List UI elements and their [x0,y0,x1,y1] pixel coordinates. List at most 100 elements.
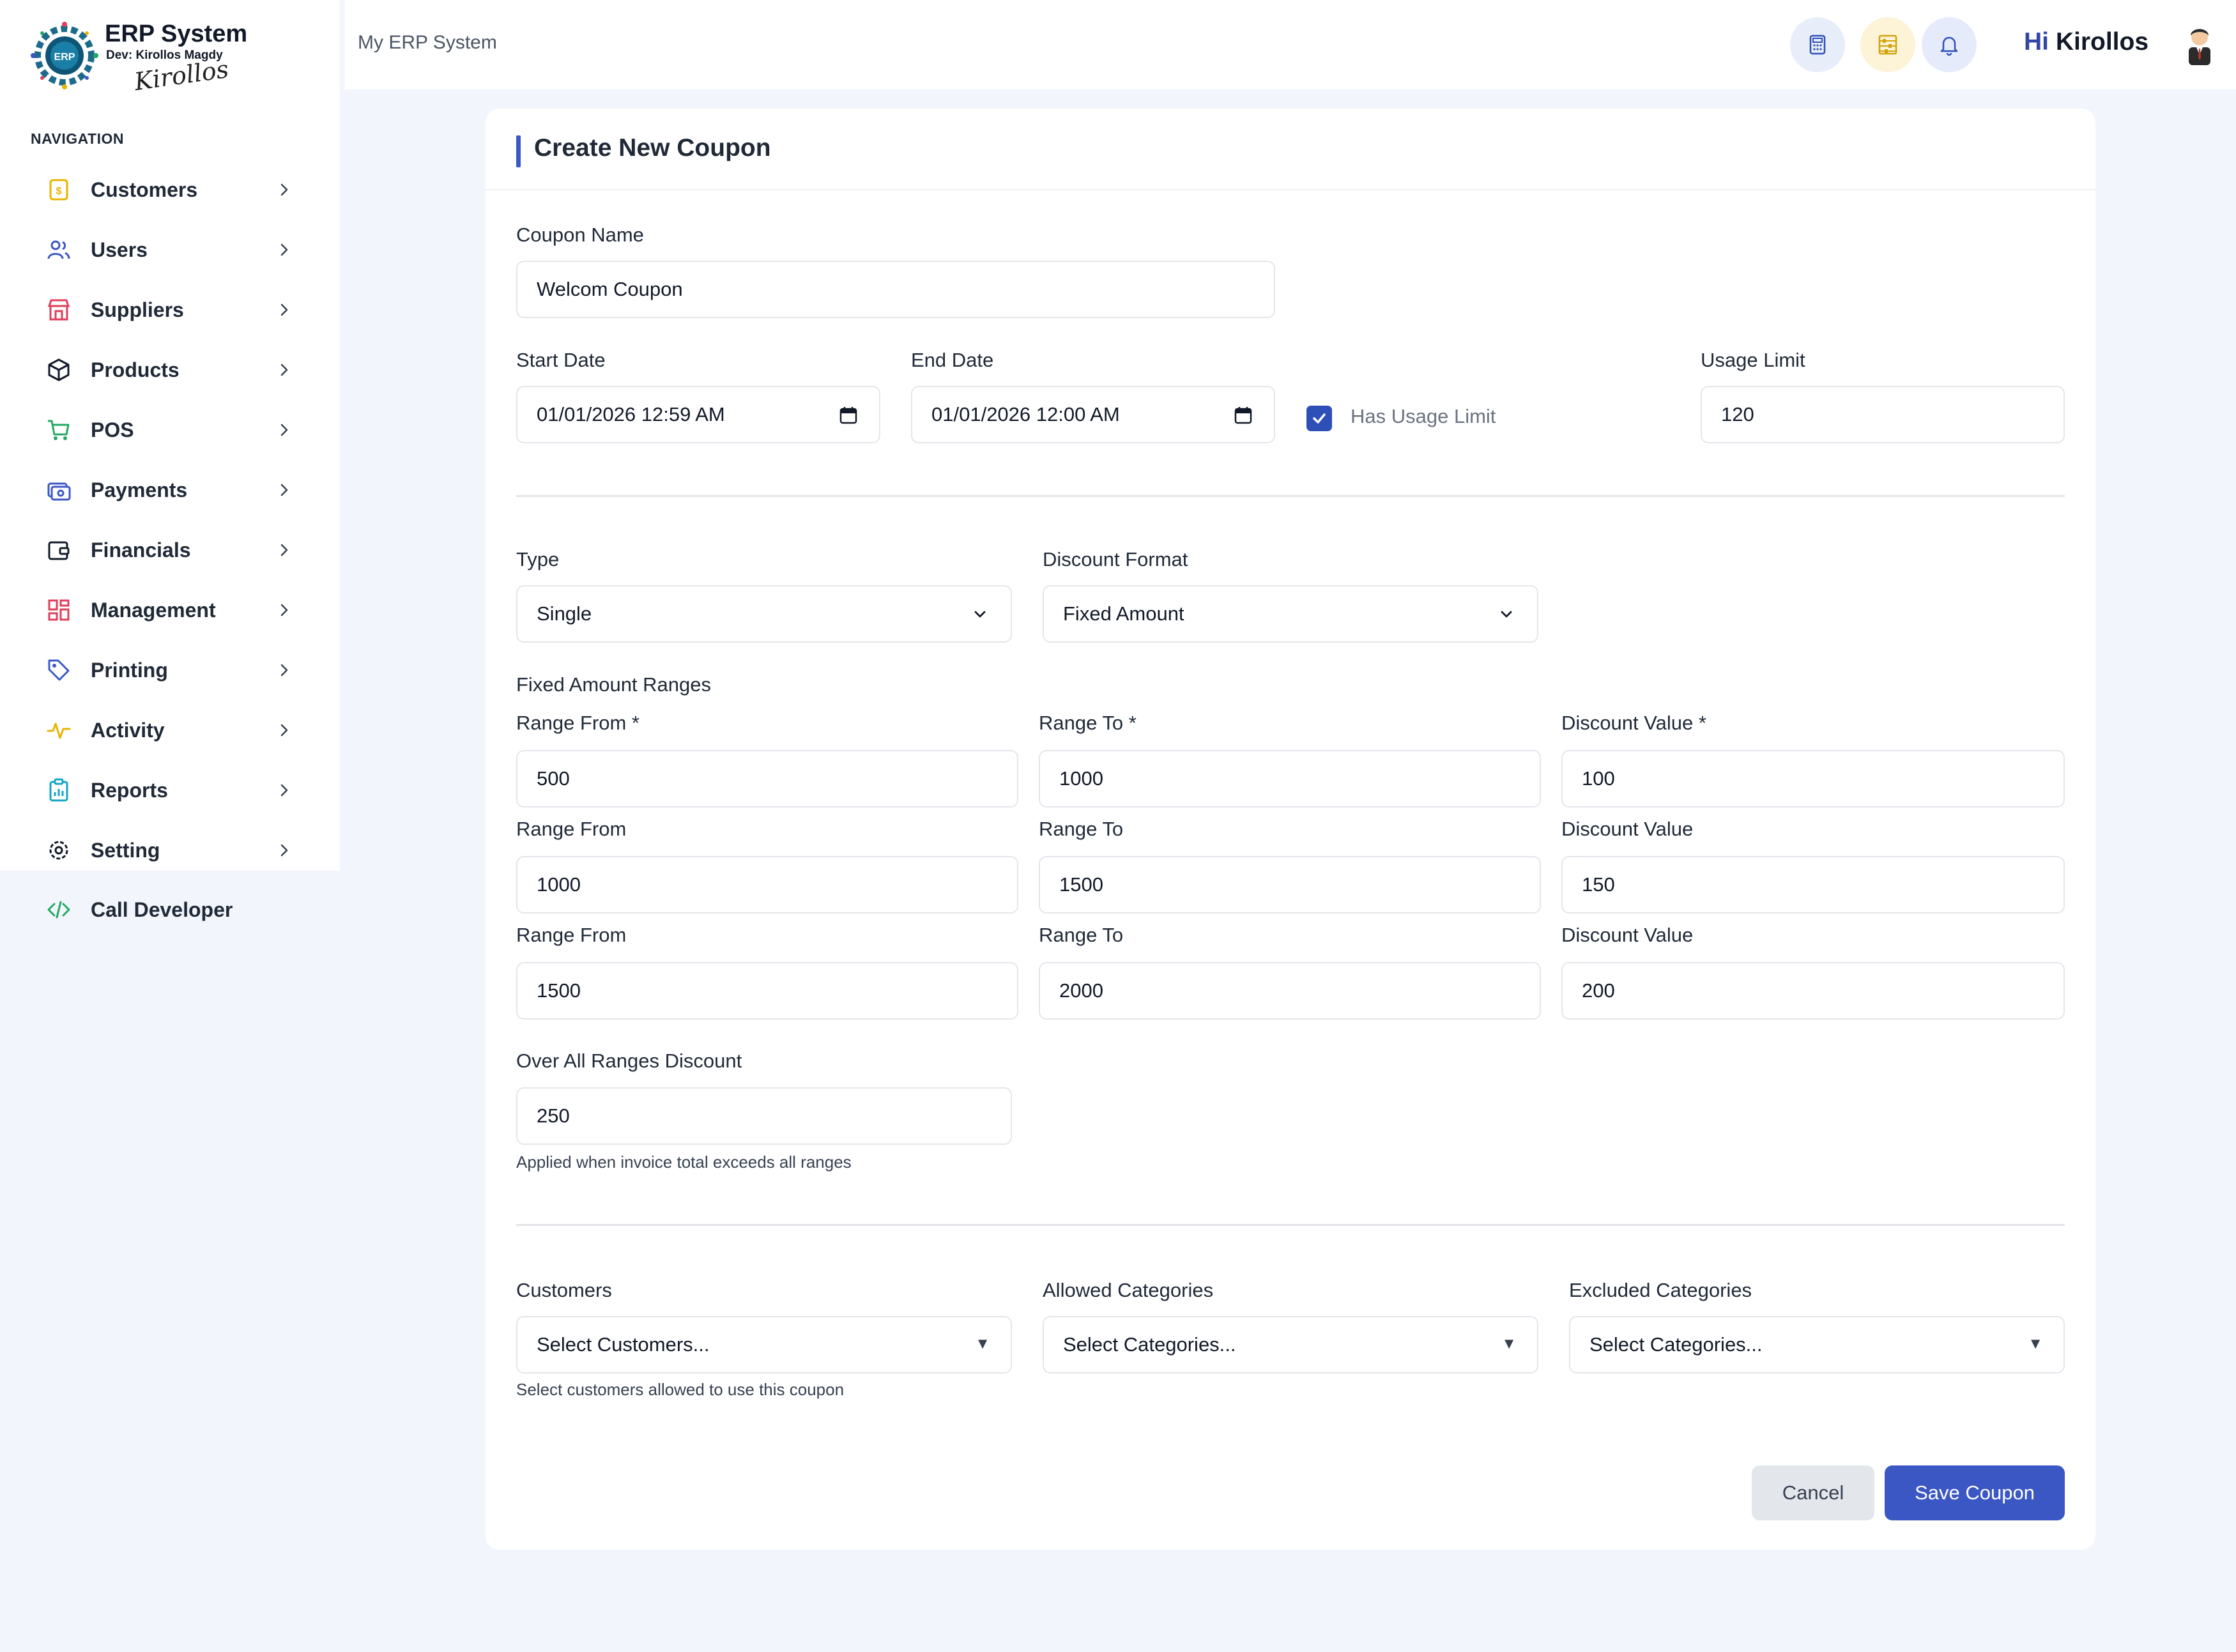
chevron-right-icon [280,303,288,316]
logo-gear-text: ERP [54,52,75,63]
sidebar-item-suppliers[interactable]: Suppliers [0,280,340,340]
range-from-label: Range From * [516,712,639,734]
range-to-input[interactable]: 1000 [1039,750,1541,807]
discount-value-label: Discount Value [1561,924,1694,946]
end-date-input[interactable]: 01/01/2026 12:00 AM [911,386,1275,443]
customers-hint: Select customers allowed to use this cou… [516,1380,845,1399]
coupon-name-input[interactable]: Welcom Coupon [516,261,1275,318]
usage-limit-value: 120 [1721,403,1754,425]
discount-value-label: Discount Value * [1561,712,1706,734]
discount-value-value: 150 [1582,873,1615,896]
discount-value-input[interactable]: 150 [1561,856,2065,914]
sidebar-item-pos[interactable]: POS [0,400,340,460]
calculator-button[interactable] [1790,17,1845,72]
abacus-icon [1878,34,1897,55]
usage-limit-input[interactable]: 120 [1701,386,2065,443]
range-to-label: Range To [1039,924,1124,946]
cart-icon [48,420,70,440]
sidebar-item-label: Call Developer [91,898,233,921]
excluded-categories-select[interactable]: Select Categories... ▼ [1569,1316,2065,1373]
calendar-icon[interactable] [1233,405,1253,425]
sidebar: ERP ERP System Dev: Kirollos Magdy Kirol… [0,0,340,871]
sidebar-item-label: Reports [91,778,168,802]
sidebar-item-payments[interactable]: Payments [0,460,340,520]
range-to-label: Range To [1039,818,1124,840]
range-to-label: Range To * [1039,712,1137,734]
chevron-right-icon [280,844,288,857]
sidebar-item-management[interactable]: Management [0,580,340,640]
discount-format-select[interactable]: Fixed Amount [1043,585,1538,643]
avatar[interactable] [2177,22,2222,66]
caret-down-icon: ▼ [1501,1335,1517,1352]
sidebar-item-users[interactable]: Users [0,220,340,280]
range-from-input[interactable]: 1500 [516,962,1018,1020]
tag-icon [48,659,70,681]
calendar-icon[interactable] [838,405,859,425]
notifications-button[interactable] [1922,17,1977,72]
chevron-down-icon [1501,611,1512,618]
sidebar-item-call-developer[interactable]: Call Developer [0,880,340,940]
abacus-button[interactable] [1860,17,1915,72]
coupon-name-label: Coupon Name [516,224,644,246]
over-all-discount-value: 250 [537,1105,570,1127]
greeting-name: Kirollos [2055,28,2149,56]
section-divider [516,1224,2065,1226]
sidebar-item-setting[interactable]: Setting [0,820,340,880]
range-from-label: Range From [516,818,627,840]
range-to-input[interactable]: 1500 [1039,856,1541,914]
sidebar-item-financials[interactable]: Financials [0,520,340,580]
range-to-input[interactable]: 2000 [1039,962,1541,1020]
create-coupon-card: Create New Coupon Coupon Name Welcom Cou… [486,109,2095,1550]
has-usage-limit-checkbox[interactable] [1306,406,1332,431]
start-date-input[interactable]: 01/01/2026 12:59 AM [516,386,880,443]
allowed-categories-placeholder: Select Categories... [1063,1333,1236,1356]
chevron-right-icon [280,604,288,616]
over-all-discount-input[interactable]: 250 [516,1087,1012,1145]
range-from-input[interactable]: 500 [516,750,1018,807]
chevron-right-icon [280,183,288,196]
sidebar-item-label: Management [91,598,216,622]
sidebar-item-activity[interactable]: Activity [0,700,340,760]
customers-icon: $ [49,179,68,201]
chevron-right-icon [280,544,288,556]
sidebar-item-label: Users [91,238,148,261]
chevron-down-icon [974,611,986,618]
ranges-heading: Fixed Amount Ranges [516,673,712,696]
has-usage-limit-label[interactable]: Has Usage Limit [1351,405,1496,428]
users-icon [47,240,70,259]
save-coupon-button[interactable]: Save Coupon [1885,1465,2065,1520]
type-select[interactable]: Single [516,585,1012,643]
discount-value-input[interactable]: 200 [1561,962,2065,1020]
sidebar-item-printing[interactable]: Printing [0,640,340,700]
sidebar-item-reports[interactable]: Reports [0,760,340,820]
section-divider [516,495,2065,497]
sidebar-item-customers[interactable]: $ Customers [0,160,340,220]
wallet-icon [48,541,70,560]
sidebar-item-label: Suppliers [91,298,184,321]
brand-logo[interactable]: ERP ERP System Dev: Kirollos Magdy Kirol… [31,19,312,96]
page-title: Create New Coupon [534,134,771,162]
bell-icon [1940,36,1958,56]
chevron-right-icon [280,363,288,376]
code-icon [47,901,70,919]
payments-icon [47,482,71,501]
cancel-button[interactable]: Cancel [1752,1465,1874,1520]
chevron-right-icon [280,724,288,737]
range-from-input[interactable]: 1000 [516,856,1018,914]
sidebar-item-label: Financials [91,538,191,562]
gear-icon [49,841,68,860]
allowed-categories-select[interactable]: Select Categories... ▼ [1043,1316,1538,1373]
sidebar-item-products[interactable]: Products [0,340,340,400]
svg-text:$: $ [56,186,62,197]
calculator-icon [1809,34,1826,55]
coupon-name-value: Welcom Coupon [537,278,683,300]
allowed-categories-label: Allowed Categories [1043,1279,1214,1301]
check-icon [1313,413,1326,424]
user-greeting[interactable]: Hi Kirollos [2024,28,2148,56]
breadcrumb[interactable]: My ERP System [358,32,497,54]
discount-value-input[interactable]: 100 [1561,750,2065,807]
customers-select[interactable]: Select Customers... ▼ [516,1316,1012,1373]
sidebar-item-label: POS [91,418,134,441]
chevron-right-icon [280,424,288,436]
sidebar-item-label: Printing [91,658,168,682]
